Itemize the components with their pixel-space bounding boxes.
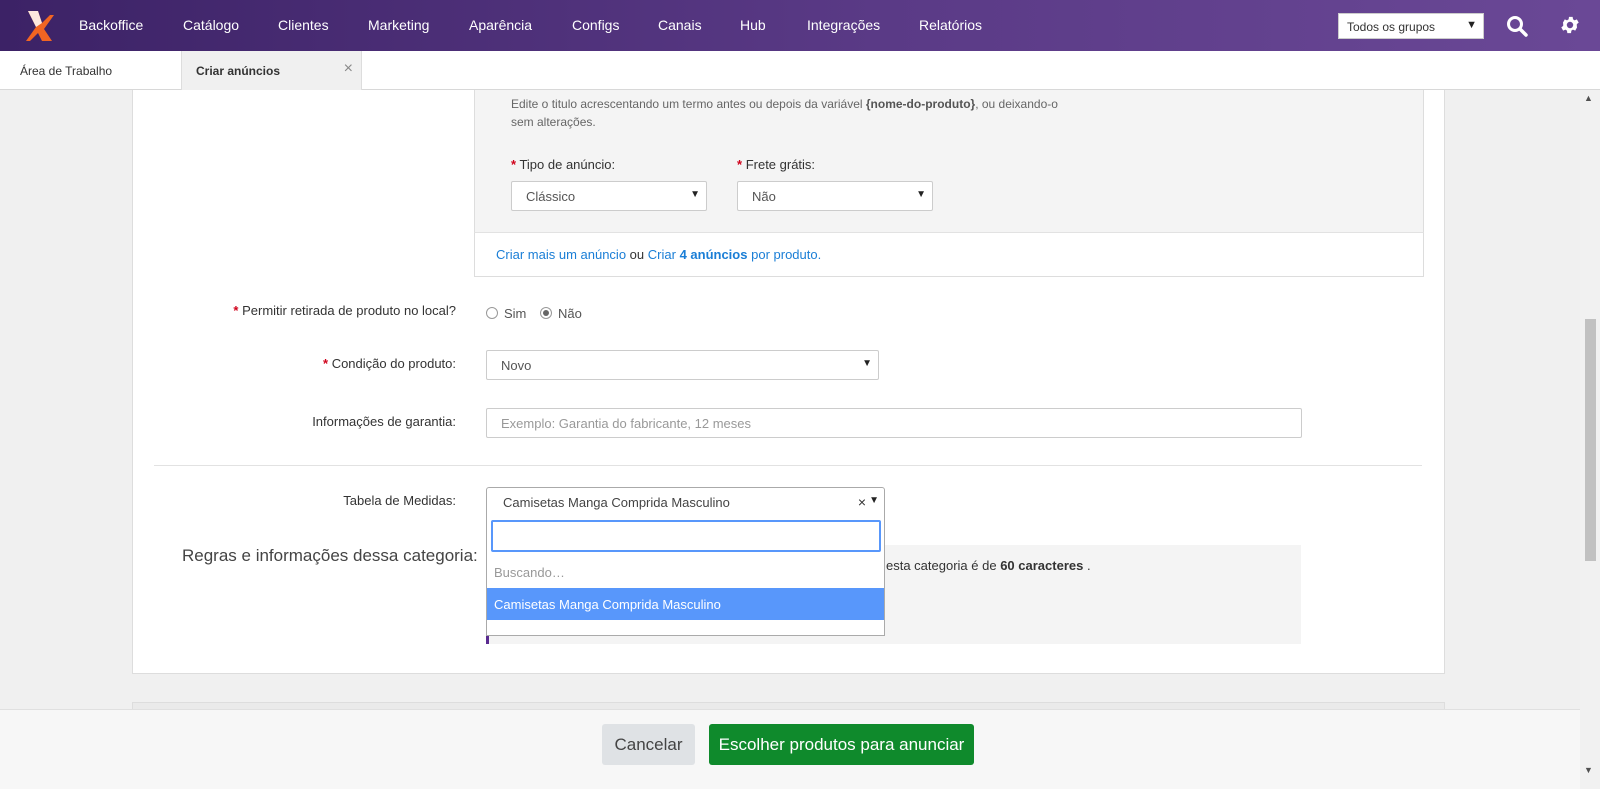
dropdown-searching-text: Buscando… bbox=[494, 565, 565, 580]
caret-down-icon: ▼ bbox=[916, 189, 926, 200]
group-select-value: Todos os grupos bbox=[1347, 20, 1436, 34]
nav-item-clientes[interactable]: Clientes bbox=[278, 17, 329, 33]
tabela-medidas-value: Camisetas Manga Comprida Masculino bbox=[503, 495, 730, 510]
caret-down-icon: ▼ bbox=[690, 189, 700, 200]
scrollbar-thumb[interactable] bbox=[1585, 319, 1596, 561]
rules-text: esta categoria é de 60 caracteres . bbox=[886, 558, 1091, 573]
retirada-sim-label: Sim bbox=[504, 306, 527, 321]
nav-item-canais[interactable]: Canais bbox=[658, 17, 702, 33]
retirada-nao-label: Não bbox=[558, 306, 582, 321]
tab-bar: Área de Trabalho Criar anúncios × bbox=[0, 51, 1600, 90]
nav-item-catalogo[interactable]: Catálogo bbox=[183, 17, 239, 33]
nav-item-configs[interactable]: Configs bbox=[572, 17, 619, 33]
nav-item-relatorios[interactable]: Relatórios bbox=[919, 17, 982, 33]
close-icon[interactable]: × bbox=[344, 60, 353, 78]
dropdown-search-input[interactable] bbox=[491, 520, 881, 552]
scroll-up-icon[interactable]: ▲ bbox=[1584, 93, 1593, 103]
choose-products-button[interactable]: Escolher produtos para anunciar bbox=[709, 724, 974, 765]
nav-item-hub[interactable]: Hub bbox=[740, 17, 766, 33]
create-another-ad-link[interactable]: Criar mais um anúncio bbox=[496, 247, 626, 262]
title-variable: {nome-do-produto} bbox=[865, 97, 976, 111]
tabela-medidas-dropdown: Buscando… Camisetas Manga Comprida Mascu… bbox=[486, 516, 885, 636]
create-multiple-ads-link[interactable]: Criar 4 anúncios por produto. bbox=[648, 247, 821, 262]
frete-gratis-value: Não bbox=[752, 189, 776, 204]
nav-item-marketing[interactable]: Marketing bbox=[368, 17, 429, 33]
variant-links: Criar mais um anúncio ou Criar 4 anúncio… bbox=[496, 247, 822, 262]
caret-down-icon: ▼ bbox=[862, 358, 872, 369]
tab-criar-anuncios[interactable]: Criar anúncios × bbox=[181, 51, 362, 90]
caret-down-icon: ▼ bbox=[1466, 19, 1477, 31]
retirada-nao-radio[interactable] bbox=[540, 307, 552, 319]
garantia-label: Informações de garantia: bbox=[312, 414, 456, 429]
tipo-anuncio-select[interactable]: Clássico ▼ bbox=[511, 181, 707, 211]
rules-label: Regras e informações dessa categoria: bbox=[182, 546, 478, 565]
frete-gratis-label: * Frete grátis: bbox=[737, 157, 816, 172]
caret-down-icon: ▼ bbox=[869, 495, 879, 506]
garantia-input[interactable]: Exemplo: Garantia do fabricante, 12 mese… bbox=[486, 408, 1302, 438]
scroll-down-icon[interactable]: ▼ bbox=[1584, 765, 1593, 775]
condicao-value: Novo bbox=[501, 358, 532, 373]
nav-item-backoffice[interactable]: Backoffice bbox=[79, 17, 143, 33]
tabela-medidas-label: Tabela de Medidas: bbox=[343, 493, 456, 508]
tabela-medidas-select[interactable]: Camisetas Manga Comprida Masculino × ▼ bbox=[486, 487, 885, 517]
title-hint: Edite o titulo acrescentando um termo an… bbox=[511, 97, 1058, 129]
tab-label: Criar anúncios bbox=[196, 64, 281, 78]
dropdown-option[interactable]: Camisetas Manga Comprida Masculino bbox=[487, 588, 884, 620]
condicao-select[interactable]: Novo ▼ bbox=[486, 350, 879, 380]
retirada-sim-radio[interactable] bbox=[486, 307, 498, 319]
section-divider bbox=[154, 465, 1422, 466]
nav-item-integracoes[interactable]: Integrações bbox=[807, 17, 880, 33]
cancel-button[interactable]: Cancelar bbox=[602, 724, 695, 765]
tab-area-de-trabalho[interactable]: Área de Trabalho bbox=[20, 51, 112, 90]
search-icon[interactable] bbox=[1506, 15, 1528, 37]
retirada-label: * Permitir retirada de produto no local? bbox=[233, 303, 456, 318]
top-navigation: Backoffice Catálogo Clientes Marketing A… bbox=[0, 0, 1600, 51]
condicao-label: * Condição do produto: bbox=[323, 356, 456, 371]
gear-icon[interactable] bbox=[1559, 14, 1581, 36]
tipo-anuncio-value: Clássico bbox=[526, 189, 576, 204]
frete-gratis-select[interactable]: Não ▼ bbox=[737, 181, 933, 211]
clear-icon[interactable]: × bbox=[858, 494, 866, 510]
tipo-anuncio-label: * Tipo de anúncio: bbox=[511, 157, 616, 172]
nav-item-aparencia[interactable]: Aparência bbox=[469, 17, 532, 33]
brand-logo-icon[interactable] bbox=[24, 9, 56, 43]
group-select[interactable]: Todos os grupos ▼ bbox=[1338, 13, 1484, 39]
